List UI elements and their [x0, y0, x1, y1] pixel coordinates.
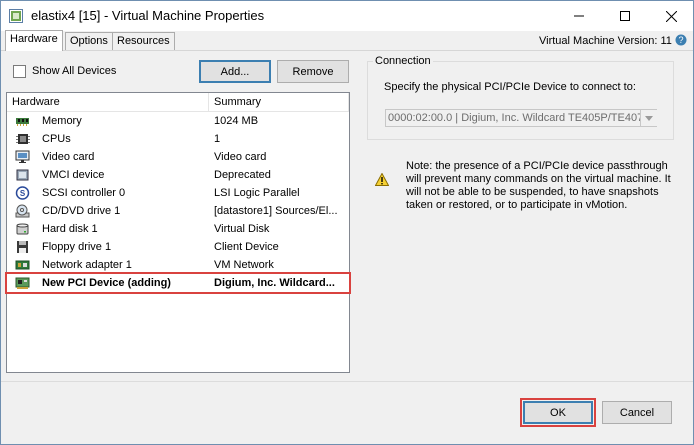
connection-specify-label: Specify the physical PCI/PCIe Device to … — [384, 81, 636, 93]
add-button[interactable]: Add... — [199, 60, 271, 83]
maximize-button[interactable] — [602, 1, 648, 31]
cpu-icon — [16, 134, 30, 144]
hardware-row-memory[interactable]: Memory 1024 MB — [7, 112, 349, 130]
connection-group — [367, 61, 674, 140]
add-button-label: Add... — [220, 65, 250, 78]
hardware-name: CPUs — [42, 133, 71, 145]
footer-separator — [1, 381, 693, 382]
network-icon — [15, 260, 30, 270]
hardware-row-cpus[interactable]: CPUs 1 — [7, 130, 349, 148]
disk-icon — [16, 223, 29, 235]
cancel-button[interactable]: Cancel — [602, 401, 672, 424]
cancel-button-label: Cancel — [619, 406, 655, 419]
chip-icon — [16, 169, 29, 181]
hardware-row-video-card[interactable]: Video card Video card — [7, 148, 349, 166]
tab-options[interactable]: Options — [65, 32, 113, 50]
hardware-name: VMCI device — [42, 169, 105, 181]
hardware-summary: Virtual Disk — [214, 223, 270, 235]
connection-group-legend: Connection — [373, 55, 433, 67]
help-icon[interactable]: ? — [675, 34, 687, 46]
remove-button[interactable]: Remove — [277, 60, 349, 83]
memory-icon — [16, 118, 29, 126]
pci-device-select-arrow[interactable] — [640, 110, 657, 126]
maximize-icon — [620, 11, 630, 21]
hardware-row-scsi-controller[interactable]: S SCSI controller 0 LSI Logic Parallel — [7, 184, 349, 202]
cd-icon — [15, 204, 30, 218]
show-all-devices-checkbox[interactable] — [13, 65, 26, 78]
chevron-down-icon — [645, 115, 653, 121]
tab-hardware[interactable]: Hardware — [5, 30, 63, 51]
hardware-row-cd-dvd-drive[interactable]: CD/DVD drive 1 [datastore1] Sources/El..… — [7, 202, 349, 220]
tab-resources-label: Resources — [117, 35, 170, 47]
warning-icon — [375, 173, 389, 186]
column-header-hardware[interactable]: Hardware — [7, 93, 209, 111]
hardware-list: Hardware Summary Memory 1024 MB CPUs 1 V… — [6, 92, 350, 373]
hardware-row-vmci-device[interactable]: VMCI device Deprecated — [7, 166, 349, 184]
hardware-summary: Deprecated — [214, 169, 271, 181]
hardware-summary: 1 — [214, 133, 221, 145]
column-header-summary[interactable]: Summary — [209, 93, 349, 111]
hardware-summary: Video card — [214, 151, 267, 163]
hardware-summary: 1024 MB — [214, 115, 259, 127]
tab-resources[interactable]: Resources — [112, 32, 175, 50]
hardware-list-header: Hardware Summary — [7, 93, 349, 112]
svg-text:S: S — [20, 189, 26, 198]
hardware-row-hard-disk[interactable]: Hard disk 1 Virtual Disk — [7, 220, 349, 238]
pci-device-select[interactable]: 0000:02:00.0 | Digium, Inc. Wildcard TE4… — [385, 109, 657, 127]
tab-options-label: Options — [70, 35, 108, 47]
pci-row-highlight — [5, 272, 351, 294]
monitor-icon — [15, 150, 30, 163]
minimize-button[interactable] — [556, 1, 602, 31]
hardware-name: Hard disk 1 — [42, 223, 98, 235]
hardware-summary: Client Device — [214, 241, 279, 253]
tab-hardware-label: Hardware — [10, 33, 58, 45]
hardware-name: Memory — [42, 115, 82, 127]
close-icon — [665, 10, 677, 22]
window-title: elastix4 [15] - Virtual Machine Properti… — [31, 8, 265, 23]
scsi-icon: S — [15, 186, 30, 200]
remove-button-label: Remove — [292, 65, 334, 78]
hardware-summary: [datastore1] Sources/El... — [214, 205, 338, 217]
passthrough-note: Note: the presence of a PCI/PCIe device … — [406, 160, 671, 211]
hardware-name: CD/DVD drive 1 — [42, 205, 121, 217]
title-bar: elastix4 [15] - Virtual Machine Properti… — [1, 1, 693, 31]
hardware-name: SCSI controller 0 — [42, 187, 126, 199]
svg-text:?: ? — [678, 35, 683, 45]
ok-button-highlight — [520, 398, 596, 427]
hardware-summary: LSI Logic Parallel — [214, 187, 300, 199]
vm-app-icon — [9, 9, 23, 23]
hardware-name: Floppy drive 1 — [42, 241, 112, 253]
vm-version-label: Virtual Machine Version: 11 — [539, 35, 672, 47]
minimize-icon — [574, 15, 584, 17]
show-all-devices-label: Show All Devices — [32, 65, 117, 77]
floppy-icon — [17, 241, 28, 253]
vm-properties-window: elastix4 [15] - Virtual Machine Properti… — [0, 0, 694, 445]
hardware-name: Video card — [42, 151, 95, 163]
close-button[interactable] — [648, 1, 694, 31]
hardware-row-floppy-drive[interactable]: Floppy drive 1 Client Device — [7, 238, 349, 256]
